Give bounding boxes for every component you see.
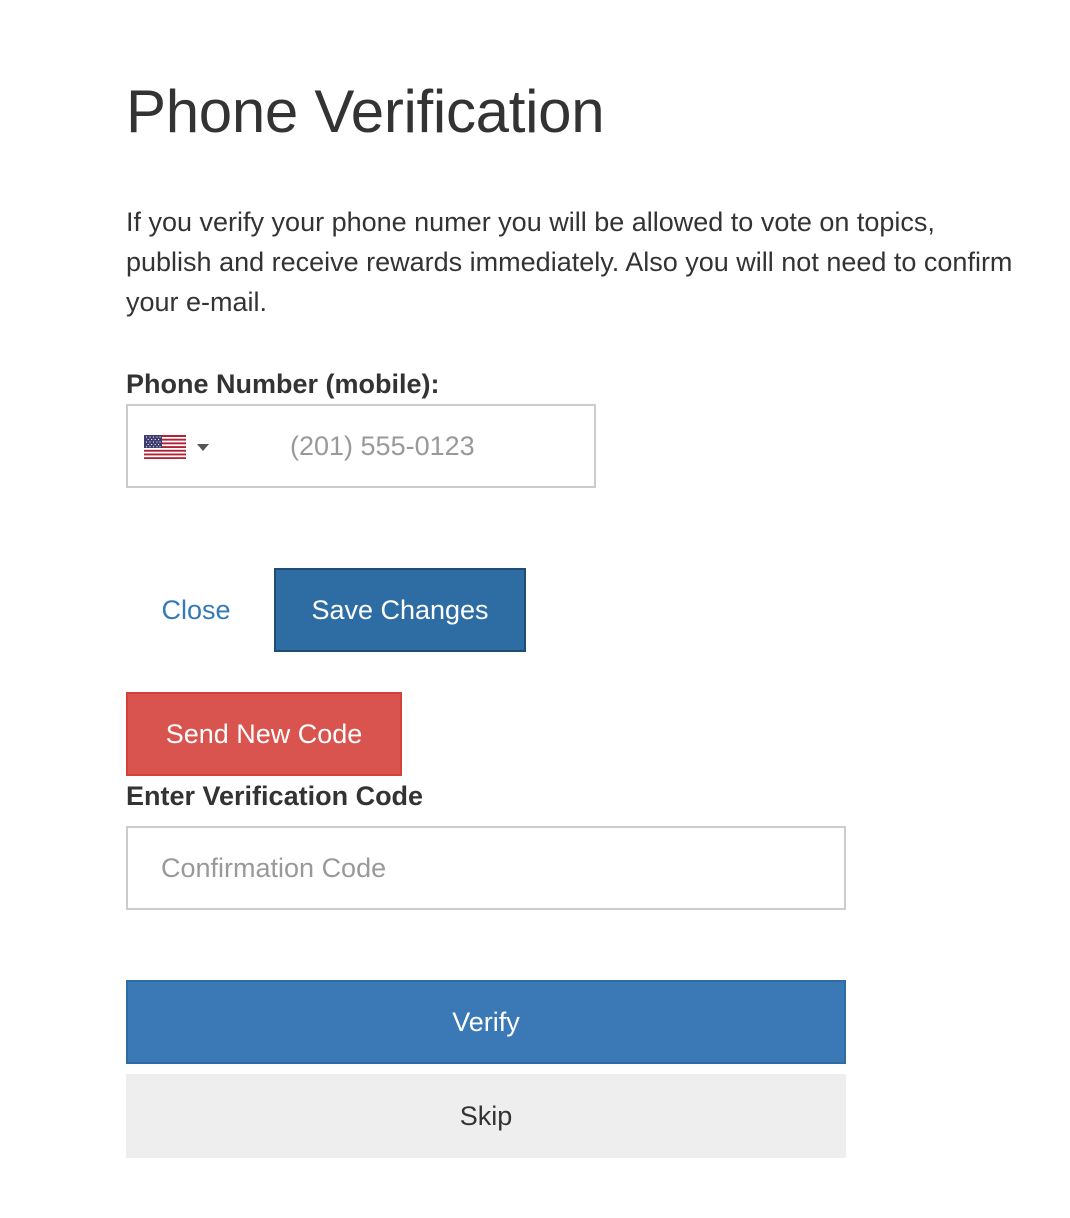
phone-number-label: Phone Number (mobile):: [126, 369, 440, 399]
verify-button[interactable]: Verify: [126, 980, 846, 1064]
verification-code-label: Enter Verification Code: [126, 781, 424, 811]
us-flag-icon: [144, 435, 186, 459]
send-new-code-button[interactable]: Send New Code: [126, 692, 402, 776]
country-selector[interactable]: [144, 434, 214, 460]
phone-number-field: [126, 404, 596, 488]
close-button[interactable]: Close: [126, 568, 266, 652]
save-changes-button[interactable]: Save Changes: [274, 568, 526, 652]
phone-verification-page: Phone Verification If you verify your ph…: [0, 0, 1070, 1218]
page-title: Phone Verification: [126, 78, 605, 145]
skip-button[interactable]: Skip: [126, 1074, 846, 1158]
confirmation-code-input[interactable]: [126, 826, 846, 910]
chevron-down-icon: [197, 443, 209, 451]
intro-text: If you verify your phone numer you will …: [126, 207, 1013, 317]
phone-number-input[interactable]: [278, 406, 588, 486]
